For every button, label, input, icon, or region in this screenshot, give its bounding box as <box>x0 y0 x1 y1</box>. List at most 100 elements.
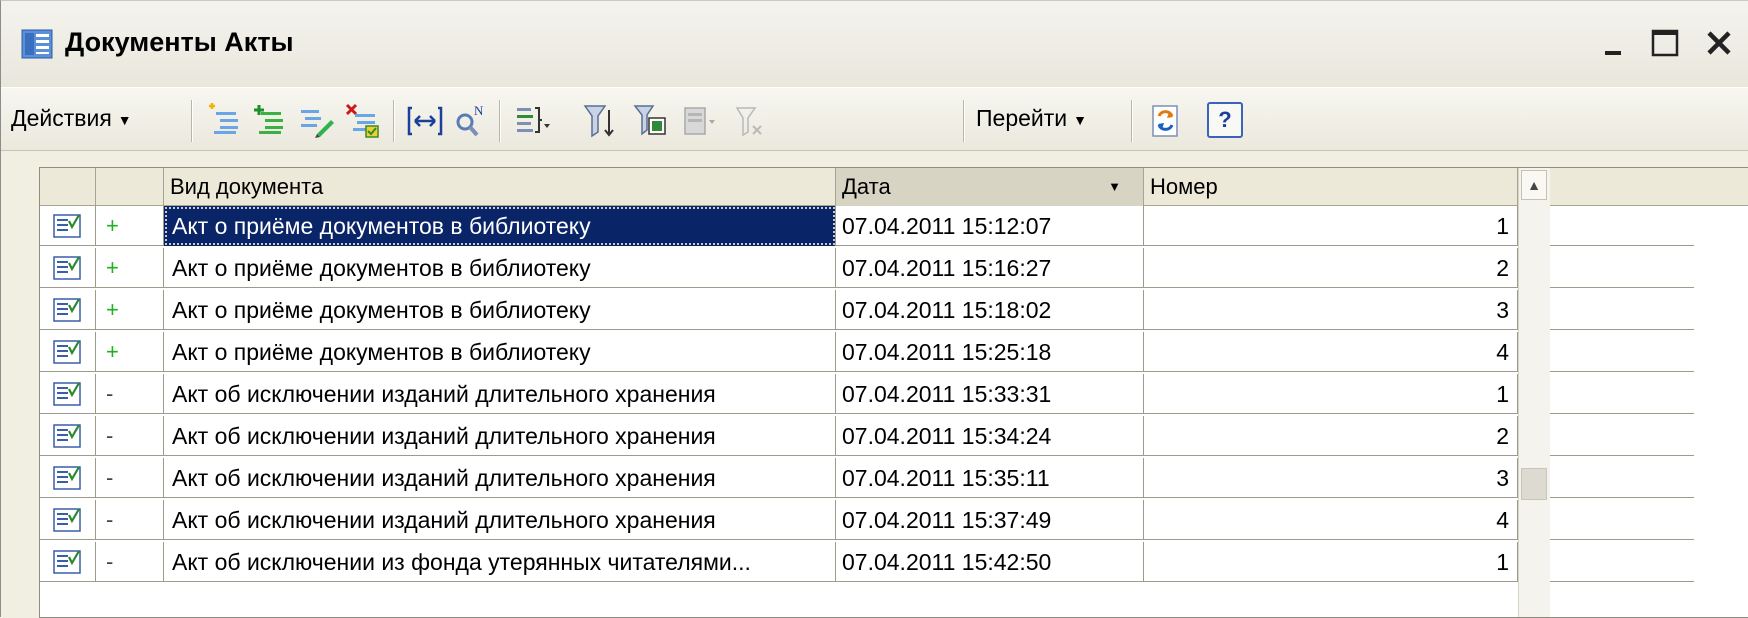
row-kind-cell[interactable]: Акт об исключении изданий длительного хр… <box>164 458 836 498</box>
document-posted-icon <box>52 256 81 280</box>
row-kind-cell[interactable]: Акт о приёме документов в библиотеку <box>164 248 836 288</box>
interval-icon[interactable] <box>406 102 444 140</box>
toolbar-divider <box>499 100 501 142</box>
header-icon-column[interactable] <box>40 168 96 206</box>
table-row[interactable]: + Акт о приёме документов в библиотеку 07.… <box>40 248 1694 288</box>
row-mark-cell: + <box>96 290 164 330</box>
row-number-cell[interactable]: 4 <box>1144 500 1518 540</box>
row-date-cell[interactable]: 07.04.2011 15:35:11 <box>836 458 1144 498</box>
row-number-cell[interactable]: 1 <box>1144 542 1518 582</box>
row-status-cell <box>40 290 96 330</box>
add-icon[interactable] <box>206 102 244 140</box>
header-kind[interactable]: Вид документа <box>164 168 836 206</box>
scrollbar-thumb[interactable] <box>1521 468 1547 500</box>
row-status-cell <box>40 332 96 372</box>
row-number-cell[interactable]: 1 <box>1144 206 1518 246</box>
row-number-cell[interactable]: 4 <box>1144 332 1518 372</box>
row-number-cell[interactable]: 1 <box>1144 374 1518 414</box>
row-number-cell[interactable]: 3 <box>1144 458 1518 498</box>
title-bar[interactable]: Документы Акты <box>1 1 1748 87</box>
scroll-up-button[interactable]: ▲ <box>1521 170 1547 200</box>
window-title: Документы Акты <box>65 27 294 57</box>
refresh-icon[interactable] <box>1147 102 1185 140</box>
table-row[interactable]: - Акт об исключении изданий длительного х… <box>40 500 1694 540</box>
row-mark-cell: - <box>96 416 164 456</box>
row-mark-cell: - <box>96 374 164 414</box>
row-date-cell[interactable]: 07.04.2011 15:42:50 <box>836 542 1144 582</box>
toolbar-divider <box>1131 100 1133 142</box>
document-posted-icon <box>52 424 81 448</box>
row-date-cell[interactable]: 07.04.2011 15:16:27 <box>836 248 1144 288</box>
table-row[interactable]: + Акт о приёме документов в библиотеку 07.… <box>40 332 1694 372</box>
maximize-button[interactable] <box>1647 25 1683 61</box>
document-posted-icon <box>52 298 81 322</box>
row-number-cell[interactable]: 2 <box>1144 416 1518 456</box>
row-status-cell <box>40 206 96 246</box>
header-date-label: Дата <box>842 174 891 199</box>
chevron-down-icon: ▼ <box>1073 111 1087 128</box>
chevron-down-icon: ▼ <box>117 111 132 128</box>
documents-table[interactable]: Вид документа Дата ▼ Номер + Акт о приёме… <box>39 167 1748 618</box>
clear-filter-icon[interactable] <box>731 102 769 140</box>
row-mark-cell: - <box>96 542 164 582</box>
row-date-cell[interactable]: 07.04.2011 15:34:24 <box>836 416 1144 456</box>
vertical-scrollbar[interactable]: ▲ <box>1518 168 1550 617</box>
row-date-cell[interactable]: 07.04.2011 15:33:31 <box>836 374 1144 414</box>
table-row[interactable]: - Акт об исключении изданий длительного х… <box>40 374 1694 414</box>
goto-menu[interactable]: Перейти ▼ <box>976 105 1087 132</box>
header-date[interactable]: Дата ▼ <box>836 168 1144 206</box>
row-kind-cell[interactable]: Акт об исключении из фонда утерянных чит… <box>164 542 836 582</box>
help-icon: ? <box>1218 107 1232 132</box>
table-header: Вид документа Дата ▼ Номер <box>40 168 1748 206</box>
row-kind-cell[interactable]: Акт об исключении изданий длительного хр… <box>164 500 836 540</box>
document-list-icon <box>21 29 53 59</box>
header-number-label: Номер <box>1150 174 1218 199</box>
document-posted-icon <box>52 340 81 364</box>
row-date-cell[interactable]: 07.04.2011 15:25:18 <box>836 332 1144 372</box>
row-date-cell[interactable]: 07.04.2011 15:12:07 <box>836 206 1144 246</box>
row-kind-cell[interactable]: Акт об исключении изданий длительного хр… <box>164 416 836 456</box>
find-icon[interactable]: N <box>451 102 489 140</box>
header-mark-column[interactable] <box>96 168 164 206</box>
table-row[interactable]: + Акт о приёме документов в библиотеку 07.… <box>40 206 1694 246</box>
table-row[interactable]: - Акт об исключении из фонда утерянных чи… <box>40 542 1694 582</box>
row-kind-cell[interactable]: Акт о приёме документов в библиотеку <box>164 332 836 372</box>
table-row[interactable]: + Акт о приёме документов в библиотеку 07.… <box>40 290 1694 330</box>
row-number-cell[interactable]: 2 <box>1144 248 1518 288</box>
add-copy-icon[interactable] <box>251 102 289 140</box>
toolbar-divider <box>191 100 193 142</box>
close-icon <box>1707 31 1731 55</box>
row-date-cell[interactable]: 07.04.2011 15:37:49 <box>836 500 1144 540</box>
document-posted-icon <box>52 508 81 532</box>
minimize-button[interactable] <box>1597 25 1633 61</box>
chevron-up-icon: ▲ <box>1527 177 1541 193</box>
row-status-cell <box>40 374 96 414</box>
filter-value-icon[interactable] <box>631 102 669 140</box>
row-number-cell[interactable]: 3 <box>1144 290 1518 330</box>
row-status-cell <box>40 458 96 498</box>
header-kind-label: Вид документа <box>170 174 324 199</box>
filter-icon[interactable] <box>581 102 619 140</box>
row-mark-cell: + <box>96 332 164 372</box>
table-row[interactable]: - Акт об исключении изданий длительного х… <box>40 458 1694 498</box>
delete-mark-icon[interactable] <box>343 102 381 140</box>
help-button[interactable]: ? <box>1207 102 1243 138</box>
row-kind-cell[interactable]: Акт о приёме документов в библиотеку <box>164 206 836 246</box>
document-posted-icon <box>52 214 81 238</box>
edit-icon[interactable] <box>297 102 335 140</box>
document-posted-icon <box>52 550 81 574</box>
row-date-cell[interactable]: 07.04.2011 15:18:02 <box>836 290 1144 330</box>
actions-menu[interactable]: Действия ▼ <box>11 105 132 132</box>
documents-window: Документы Акты Действия ▼ N Перейти ▼ ? … <box>0 0 1748 618</box>
hierarchy-icon[interactable] <box>513 102 551 140</box>
row-mark-cell: + <box>96 206 164 246</box>
table-row[interactable]: - Акт об исключении изданий длительного х… <box>40 416 1694 456</box>
actions-menu-label: Действия <box>11 105 112 131</box>
row-kind-cell[interactable]: Акт об исключении изданий длительного хр… <box>164 374 836 414</box>
row-kind-cell[interactable]: Акт о приёме документов в библиотеку <box>164 290 836 330</box>
header-number[interactable]: Номер <box>1144 168 1518 206</box>
minimize-icon <box>1605 51 1621 55</box>
filter-history-icon[interactable] <box>679 102 717 140</box>
row-mark-cell: + <box>96 248 164 288</box>
close-button[interactable] <box>1701 25 1737 61</box>
